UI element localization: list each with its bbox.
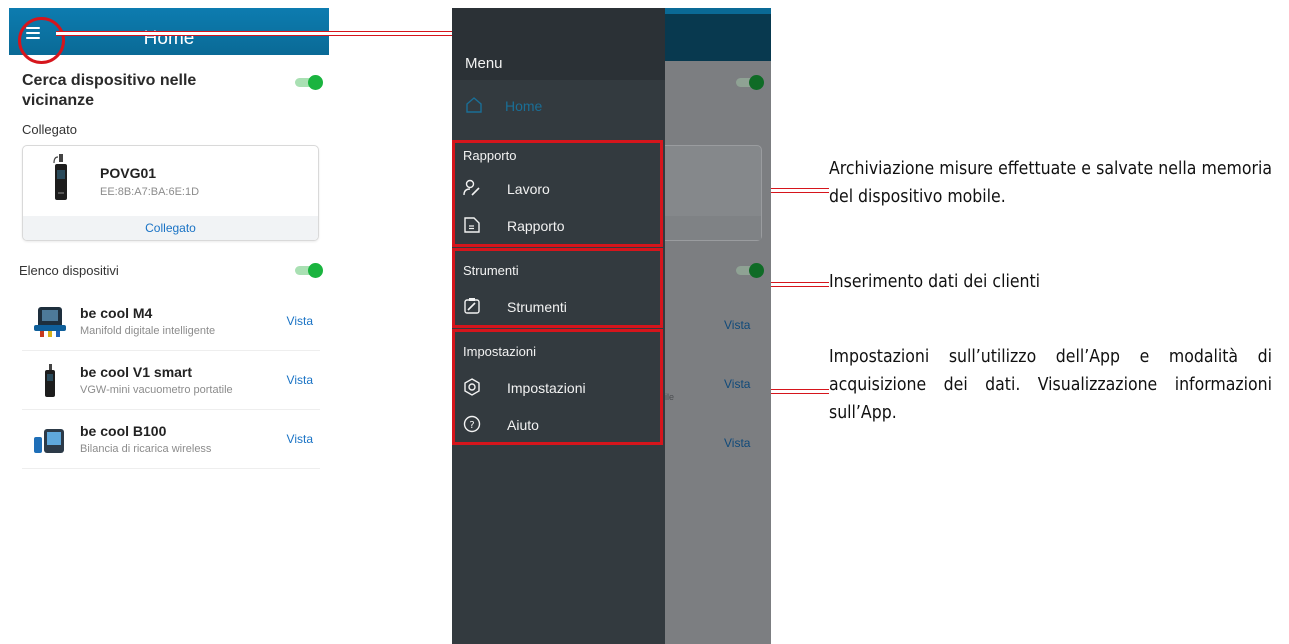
dimmed-toggle <box>736 75 764 90</box>
connected-device-mac: EE:8B:A7:BA:6E:1D <box>100 186 200 198</box>
connected-device-card[interactable]: POVG01 EE:8B:A7:BA:6E:1D Collegato <box>22 145 319 241</box>
drawer-item-aiuto[interactable]: ? Aiuto <box>463 415 653 437</box>
home-icon <box>466 97 482 113</box>
device-name: be cool B100 <box>80 423 167 439</box>
view-device-link[interactable]: Vista <box>287 314 313 328</box>
connected-status[interactable]: Collegato <box>23 216 318 240</box>
dimmed-card <box>652 145 762 241</box>
drawer-item-strumenti[interactable]: Strumenti <box>463 297 653 319</box>
help-icon: ? <box>463 415 481 433</box>
scale-icon <box>34 429 64 453</box>
view-device-link[interactable]: Vista <box>287 373 313 387</box>
device-name: be cool M4 <box>80 305 153 321</box>
section-strumenti: Strumenti Strumenti <box>452 248 663 328</box>
dimmed-vista: Vista <box>724 318 751 332</box>
drawer-header: Menu <box>452 8 665 80</box>
device-row-v1[interactable]: be cool V1 smart VGW-mini vacuometro por… <box>22 352 320 410</box>
vacuum-gauge-icon <box>45 364 55 397</box>
drawer-item-lavoro[interactable]: Lavoro <box>463 179 653 201</box>
drawer-item-label: Impostazioni <box>507 380 586 396</box>
section-title: Rapporto <box>463 148 517 163</box>
nearby-search-toggle[interactable] <box>295 75 323 90</box>
connected-section-label: Collegato <box>22 122 77 137</box>
device-desc: VGW-mini vacuometro portatile <box>80 384 233 396</box>
dimmed-text-fragment: ile <box>665 392 675 402</box>
settings-icon <box>464 378 480 396</box>
drawer-item-label: Rapporto <box>507 218 565 234</box>
device-desc: Manifold digitale intelligente <box>80 325 216 337</box>
report-icon <box>464 217 480 233</box>
annotation-impostazioni: Impostazioni sull’utilizzo dell’App e mo… <box>829 347 1272 423</box>
drawer-item-impostazioni[interactable]: Impostazioni <box>463 378 653 400</box>
svg-text:?: ? <box>469 420 474 431</box>
connected-device-name: POVG01 <box>100 165 157 181</box>
home-screen: Home Cerca dispositivo nelle vicinanze C… <box>9 8 329 644</box>
vacuum-gauge-icon <box>53 154 67 200</box>
device-list-toggle[interactable] <box>295 263 323 278</box>
dimmed-vista: Vista <box>724 377 751 391</box>
device-row-m4[interactable]: be cool M4 Manifold digitale intelligent… <box>22 293 320 351</box>
drawer-item-rapporto[interactable]: Rapporto <box>463 216 653 238</box>
nearby-search-label: Cerca dispositivo nelle vicinanze <box>22 72 197 109</box>
manifold-icon <box>34 307 66 337</box>
annotation-strumenti: Inserimento dati dei clienti <box>829 272 1041 292</box>
device-list-label: Elenco dispositivi <box>19 263 119 278</box>
drawer-item-label: Home <box>505 98 543 114</box>
section-title: Impostazioni <box>463 344 536 359</box>
connector-line-menu <box>56 31 454 36</box>
device-desc: Bilancia di ricarica wireless <box>80 443 212 455</box>
annotation-rapporto: Archiviazione misure effettuate e salvat… <box>829 159 1272 207</box>
menu-title: Menu <box>465 55 503 72</box>
section-title: Strumenti <box>463 263 519 278</box>
device-row-b100[interactable]: be cool B100 Bilancia di ricarica wirele… <box>22 411 320 469</box>
view-device-link[interactable]: Vista <box>287 432 313 446</box>
menu-screen: Vista Vista ile Vista Menu Home Rapporto… <box>452 8 771 644</box>
drawer-item-label: Lavoro <box>507 181 550 197</box>
menu-button-highlight <box>18 17 65 64</box>
section-impostazioni: Impostazioni Impostazioni ? Aiuto <box>452 329 663 445</box>
drawer-item-label: Aiuto <box>507 417 539 433</box>
dimmed-vista: Vista <box>724 436 751 450</box>
dimmed-toggle <box>736 263 764 278</box>
section-rapporto: Rapporto Lavoro Rapporto <box>452 140 663 247</box>
navigation-drawer: Menu Home Rapporto Lavoro Rapporto Strum… <box>452 8 665 644</box>
tools-icon <box>464 298 480 314</box>
user-edit-icon <box>463 179 480 196</box>
drawer-item-label: Strumenti <box>507 299 567 315</box>
device-name: be cool V1 smart <box>80 364 193 380</box>
